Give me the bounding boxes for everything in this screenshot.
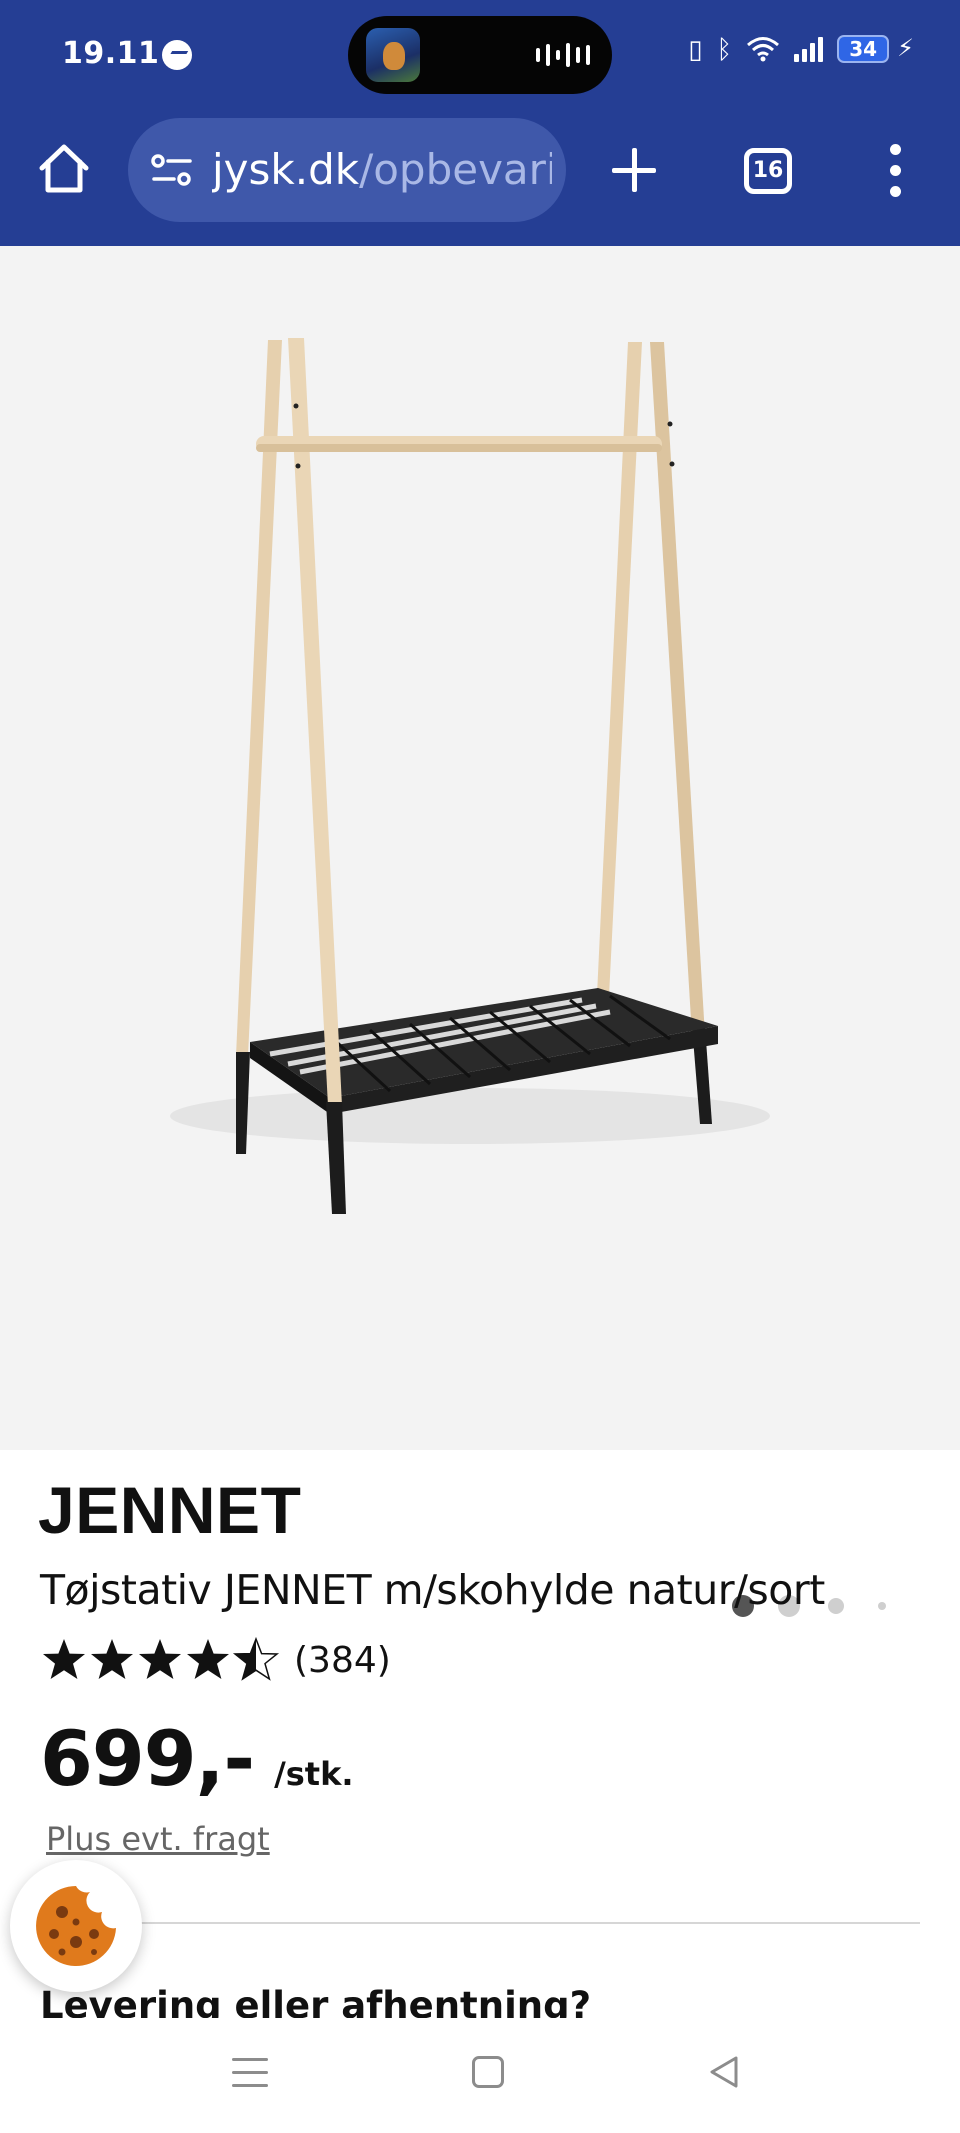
messenger-icon — [162, 40, 192, 70]
url-domain: jysk.dk — [212, 145, 360, 194]
vibrate-icon: ▯ — [688, 33, 703, 64]
home-icon[interactable] — [36, 140, 92, 196]
review-count[interactable]: (384) — [294, 1640, 391, 1681]
site-settings-icon[interactable] — [150, 152, 194, 188]
new-tab-icon[interactable] — [610, 146, 658, 194]
price-unit: /stk. — [274, 1755, 354, 1793]
status-icons: ▯ ᛒ 34 ⚡ — [688, 34, 914, 63]
pagination-dot[interactable] — [828, 1598, 844, 1614]
audio-wave-icon — [536, 42, 590, 68]
price-row: 699,- /stk. — [40, 1714, 354, 1803]
dynamic-island[interactable] — [348, 16, 612, 94]
battery-indicator: 34 — [837, 34, 890, 63]
cookie-settings-button[interactable] — [10, 1860, 142, 1992]
shipping-link[interactable]: Plus evt. fragt — [46, 1820, 270, 1858]
wifi-icon — [747, 36, 780, 61]
url-text[interactable]: jysk.dk/opbevari — [212, 140, 552, 200]
address-bar[interactable]: jysk.dk/opbevari — [128, 118, 566, 222]
system-nav-bar — [0, 2018, 960, 2133]
product-title: Tøjstativ JENNET m/skohylde natur/sort — [40, 1566, 825, 1614]
browser-chrome: 19.11 ▯ ᛒ 34 ⚡ jysk.dk/opbevari 16 — [0, 0, 960, 246]
delivery-heading: Levering eller afhentning? — [40, 1984, 592, 2018]
product-image-gallery[interactable] — [0, 246, 960, 1617]
cookie-icon — [36, 1886, 116, 1966]
bluetooth-icon: ᛒ — [716, 33, 733, 64]
url-path: /opbevari — [359, 145, 552, 194]
section-divider — [40, 1922, 920, 1924]
tab-switcher-button[interactable]: 16 — [744, 148, 792, 194]
product-rating[interactable]: (384) — [40, 1636, 391, 1684]
recent-apps-icon[interactable] — [232, 2056, 268, 2090]
signal-icon — [794, 36, 824, 62]
more-menu-icon[interactable] — [884, 144, 908, 198]
pagination-dot[interactable] — [878, 1602, 886, 1610]
charging-icon: ⚡ — [897, 35, 914, 62]
product-price: 699,- — [40, 1714, 255, 1803]
back-icon[interactable] — [706, 2054, 742, 2090]
clothes-rack-image — [170, 338, 770, 1214]
rating-stars — [40, 1636, 280, 1684]
system-home-icon[interactable] — [472, 2056, 504, 2088]
status-time: 19.11 — [62, 36, 160, 71]
app-thumbnail-icon — [366, 28, 420, 82]
product-brand: JENNET — [38, 1473, 302, 1547]
